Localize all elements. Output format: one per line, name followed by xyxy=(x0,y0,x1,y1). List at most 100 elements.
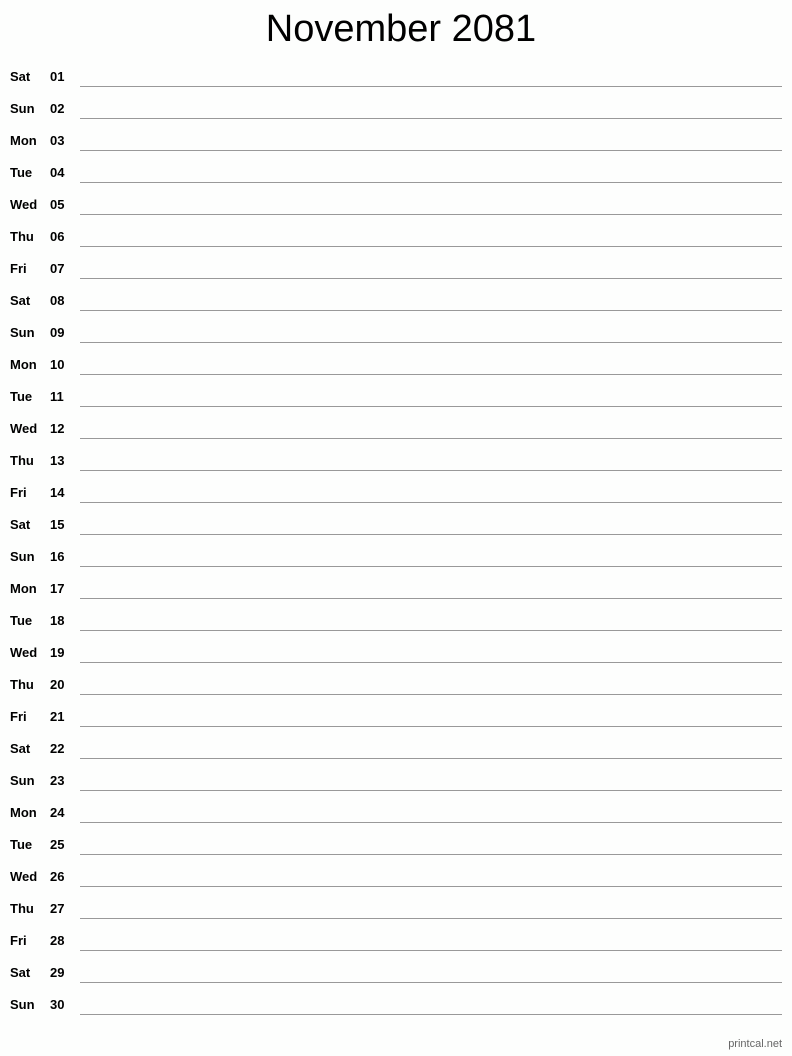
writing-line xyxy=(80,534,782,535)
day-of-week: Fri xyxy=(10,709,27,724)
day-row: Sat 29 xyxy=(0,958,792,990)
day-number: 11 xyxy=(50,389,64,404)
day-of-week: Tue xyxy=(10,613,33,628)
writing-line xyxy=(80,278,782,279)
day-row: Wed 26 xyxy=(0,862,792,894)
day-row: Thu 06 xyxy=(0,222,792,254)
writing-line xyxy=(80,662,782,663)
day-number: 26 xyxy=(50,869,65,884)
day-row: Thu 20 xyxy=(0,670,792,702)
day-row: Sun 23 xyxy=(0,766,792,798)
writing-line xyxy=(80,374,782,375)
day-number: 07 xyxy=(50,261,65,276)
writing-line xyxy=(80,918,782,919)
day-number: 06 xyxy=(50,229,65,244)
writing-line xyxy=(80,150,782,151)
day-row: Fri 07 xyxy=(0,254,792,286)
day-number: 08 xyxy=(50,293,65,308)
day-row: Mon 10 xyxy=(0,350,792,382)
day-number: 21 xyxy=(50,709,65,724)
day-number: 29 xyxy=(50,965,65,980)
day-number: 20 xyxy=(50,677,65,692)
day-number: 16 xyxy=(50,549,65,564)
day-number: 02 xyxy=(50,101,65,116)
footer-credit: printcal.net xyxy=(728,1038,782,1050)
day-row: Wed 05 xyxy=(0,190,792,222)
day-of-week: Fri xyxy=(10,485,27,500)
writing-line xyxy=(80,886,782,887)
writing-line xyxy=(80,438,782,439)
day-row: Mon 03 xyxy=(0,126,792,158)
writing-line xyxy=(80,758,782,759)
page-title: November 2081 xyxy=(265,8,537,50)
writing-line xyxy=(80,566,782,567)
day-of-week: Wed xyxy=(10,421,38,436)
day-of-week: Fri xyxy=(10,933,27,948)
day-number: 19 xyxy=(50,645,65,660)
day-row: Wed 12 xyxy=(0,414,792,446)
day-row: Tue 18 xyxy=(0,606,792,638)
day-row: Fri 28 xyxy=(0,926,792,958)
day-number: 18 xyxy=(50,613,65,628)
day-of-week: Tue xyxy=(10,389,33,404)
writing-line xyxy=(80,822,782,823)
writing-line xyxy=(80,630,782,631)
writing-line xyxy=(80,342,782,343)
day-row: Sat 22 xyxy=(0,734,792,766)
day-of-week: Fri xyxy=(10,261,27,276)
day-number: 12 xyxy=(50,421,65,436)
day-row: Sun 02 xyxy=(0,94,792,126)
writing-line xyxy=(80,502,782,503)
day-of-week: Thu xyxy=(10,677,34,692)
day-of-week: Sat xyxy=(10,517,31,532)
writing-line xyxy=(80,246,782,247)
day-number: 03 xyxy=(50,133,65,148)
day-number: 23 xyxy=(50,773,65,788)
day-of-week: Wed xyxy=(10,645,38,660)
day-row: Wed 19 xyxy=(0,638,792,670)
day-number: 28 xyxy=(50,933,65,948)
day-row: Tue 11 xyxy=(0,382,792,414)
day-number: 25 xyxy=(50,837,65,852)
day-row: Thu 13 xyxy=(0,446,792,478)
day-row: Sat 08 xyxy=(0,286,792,318)
day-row: Tue 04 xyxy=(0,158,792,190)
day-number: 15 xyxy=(50,517,65,532)
day-of-week: Tue xyxy=(10,837,33,852)
writing-line xyxy=(80,214,782,215)
day-of-week: Sat xyxy=(10,293,31,308)
day-number: 05 xyxy=(50,197,65,212)
day-number: 27 xyxy=(50,901,65,916)
day-number: 17 xyxy=(50,581,65,596)
day-of-week: Sun xyxy=(10,101,35,116)
day-row: Tue 25 xyxy=(0,830,792,862)
day-row: Sat 15 xyxy=(0,510,792,542)
writing-line xyxy=(80,406,782,407)
day-of-week: Mon xyxy=(10,805,37,820)
writing-line xyxy=(80,182,782,183)
day-of-week: Thu xyxy=(10,453,34,468)
day-of-week: Sat xyxy=(10,69,31,84)
writing-line xyxy=(80,1014,782,1015)
day-of-week: Mon xyxy=(10,133,37,148)
day-of-week: Thu xyxy=(10,229,34,244)
writing-line xyxy=(80,598,782,599)
day-number: 04 xyxy=(50,165,65,180)
writing-line xyxy=(80,982,782,983)
day-of-week: Sun xyxy=(10,773,35,788)
day-row: Thu 27 xyxy=(0,894,792,926)
day-number: 09 xyxy=(50,325,65,340)
day-of-week: Mon xyxy=(10,357,37,372)
day-of-week: Sun xyxy=(10,549,35,564)
day-of-week: Wed xyxy=(10,197,38,212)
writing-line xyxy=(80,86,782,87)
writing-line xyxy=(80,470,782,471)
day-row: Mon 24 xyxy=(0,798,792,830)
day-row: Sun 09 xyxy=(0,318,792,350)
day-of-week: Tue xyxy=(10,165,33,180)
day-row: Sun 30 xyxy=(0,990,792,1022)
day-number: 24 xyxy=(50,805,65,820)
day-of-week: Sat xyxy=(10,965,31,980)
day-row: Sun 16 xyxy=(0,542,792,574)
day-number: 01 xyxy=(50,69,65,84)
